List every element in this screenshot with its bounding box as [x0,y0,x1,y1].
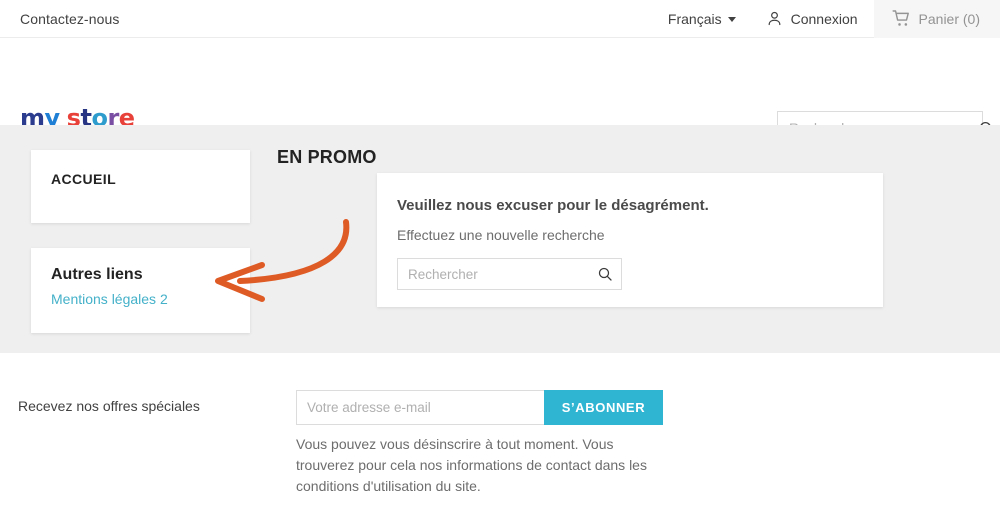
sidebar-item-accueil[interactable]: ACCUEIL [51,171,116,187]
sidebar-block-title: Autres liens [51,266,143,283]
card-search-input[interactable] [398,266,589,282]
card-title: Veuillez nous excuser pour le désagrémen… [397,197,709,214]
no-results-card: Veuillez nous excuser pour le désagrémen… [377,173,883,307]
user-icon [766,10,783,27]
top-navigation-bar: Contactez-nous Français Connexion Panier… [0,0,1000,38]
chevron-down-icon [727,17,736,22]
sidebar-block-accueil: ACCUEIL [31,150,250,223]
sign-in-button[interactable]: Connexion [754,0,874,38]
sidebar-block-other-links: Autres liens Mentions légales 2 [31,248,250,333]
sidebar-link-mentions-legales-2[interactable]: Mentions légales 2 [51,291,168,307]
subscribe-button[interactable]: S’ABONNER [544,390,663,425]
card-search-box[interactable] [397,258,622,290]
newsletter-disclaimer: Vous pouvez vous désinscrire à tout mome… [296,436,647,494]
sign-in-label: Connexion [790,10,858,27]
topnav-right-group: Français Connexion Panier (0) [650,0,1000,38]
page-title: EN PROMO [277,147,377,167]
storefront-page: Contactez-nous Français Connexion Panier… [0,0,1000,515]
card-subtitle: Effectuez une nouvelle recherche [397,227,605,243]
contact-us-link[interactable]: Contactez-nous [20,11,119,27]
language-label: Français [667,10,722,27]
search-icon [597,266,613,282]
cart-button[interactable]: Panier (0) [873,0,1000,38]
cart-label: Panier (0) [918,10,980,27]
language-selector[interactable]: Français [650,0,754,38]
card-search-button[interactable] [589,258,621,290]
newsletter-email-input[interactable] [297,400,544,415]
shopping-cart-icon [892,9,911,28]
newsletter-email-box[interactable] [296,390,544,425]
site-header: my store [0,38,1000,145]
newsletter-label: Recevez nos offres spéciales [18,398,200,414]
